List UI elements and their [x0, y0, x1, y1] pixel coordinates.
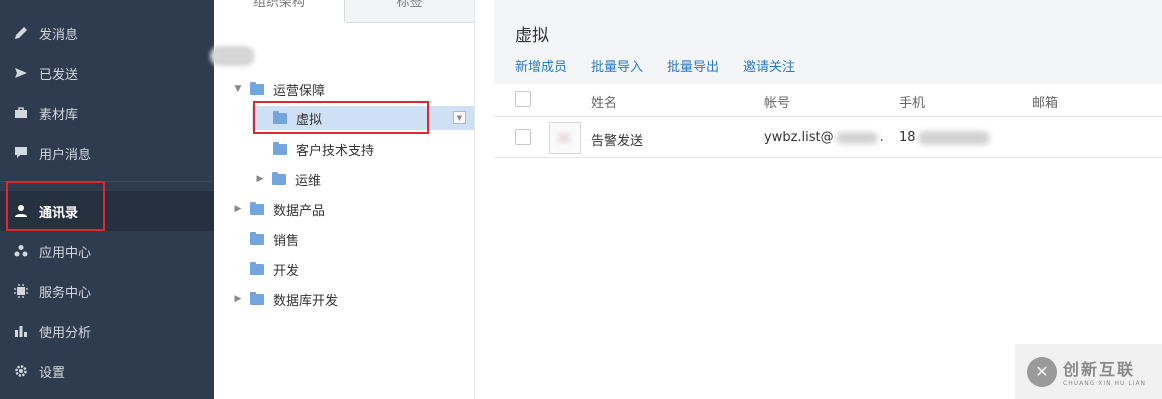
table-row[interactable]: 告警发送 ywbz.list@. 18	[494, 117, 1162, 158]
nav-item-material-library[interactable]: 素材库	[0, 93, 214, 133]
org-tree-panel: 组织架构 标签 ▼ 运营保障 虚拟 ▼ 客户技术支持 ▶ 运维 ▶ 数据产品 销…	[210, 0, 475, 399]
nav-label: 已发送	[39, 67, 79, 83]
nav-label: 服务中心	[39, 285, 92, 301]
chip-icon	[13, 283, 29, 299]
nav-item-user-messages[interactable]: 用户消息	[0, 133, 214, 173]
tree-node-customer-tech-support[interactable]: 客户技术支持	[252, 137, 374, 161]
dropdown-menu-button[interactable]: ▼	[453, 111, 466, 124]
expanded-arrow-icon[interactable]: ▼	[232, 84, 244, 94]
watermark: ✕ 创新互联 CHUANG XIN HU LIAN	[1015, 344, 1162, 399]
tree-tabs: 组织架构 标签	[214, 0, 474, 23]
nav-item-app-center[interactable]: 应用中心	[0, 231, 214, 271]
collapsed-arrow-icon[interactable]: ▶	[232, 294, 244, 304]
nav-label: 发消息	[39, 27, 79, 43]
folder-icon	[272, 171, 286, 185]
add-member-link[interactable]: 新增成员	[515, 56, 567, 75]
tab-org-structure[interactable]: 组织架构	[214, 0, 345, 22]
bar-chart-icon	[13, 323, 29, 339]
tree-node-label: 开发	[273, 263, 300, 279]
nav-item-service-center[interactable]: 服务中心	[0, 271, 214, 311]
collapsed-arrow-icon[interactable]: ▶	[254, 174, 266, 184]
chat-icon	[13, 145, 29, 161]
action-links: 新增成员 批量导入 批量导出 邀请关注	[515, 56, 819, 75]
folder-icon	[250, 261, 264, 275]
nav-label: 用户消息	[39, 147, 92, 163]
member-account: ywbz.list@.	[764, 130, 884, 145]
row-checkbox[interactable]	[515, 129, 531, 145]
gear-icon	[13, 363, 29, 379]
nav-label: 素材库	[39, 107, 79, 123]
apps-icon	[13, 243, 29, 259]
account-tail: .	[879, 130, 884, 145]
column-header-phone[interactable]: 手机	[899, 92, 925, 111]
nav-label: 使用分析	[39, 325, 92, 341]
briefcase-icon	[13, 105, 29, 121]
invite-follow-link[interactable]: 邀请关注	[743, 56, 795, 75]
tree-node-development[interactable]: 开发	[232, 257, 299, 281]
folder-icon	[273, 141, 287, 155]
department-title: 虚拟	[515, 26, 549, 46]
phone-text: 18	[899, 130, 916, 145]
tree-node-label: 数据产品	[273, 203, 326, 219]
highlight-box-virtual	[253, 101, 429, 134]
folder-icon	[250, 81, 264, 95]
member-table-header: 姓名 帐号 手机 邮箱	[494, 84, 1162, 117]
column-header-name[interactable]: 姓名	[591, 92, 617, 111]
batch-export-link[interactable]: 批量导出	[667, 56, 719, 75]
nav-item-settings[interactable]: 设置	[0, 351, 214, 391]
tree-node-sales[interactable]: 销售	[232, 227, 299, 251]
tree-node-label: 运营保障	[273, 83, 326, 99]
tree-node-ops[interactable]: ▶ 运维	[254, 167, 321, 191]
nav-label: 应用中心	[39, 245, 92, 261]
tree-node-database-dev[interactable]: ▶ 数据库开发	[232, 287, 338, 311]
select-all-checkbox[interactable]	[515, 91, 531, 107]
watermark-logo-icon: ✕	[1027, 356, 1057, 387]
sidebar: 发消息 已发送 素材库 用户消息 通讯录 应用中心 服务中心 使用分析 设置	[0, 0, 214, 399]
watermark-subtext: CHUANG XIN HU LIAN	[1063, 380, 1147, 387]
member-phone: 18	[899, 130, 990, 145]
blurred-phone	[917, 130, 990, 145]
tree-node-label: 客户技术支持	[296, 143, 375, 159]
highlight-box-contacts	[6, 181, 105, 231]
folder-icon	[250, 201, 264, 215]
tree-node-operations[interactable]: ▼ 运营保障	[232, 77, 472, 101]
nav-item-send-message[interactable]: 发消息	[0, 13, 214, 53]
column-header-email[interactable]: 邮箱	[1032, 92, 1058, 111]
folder-icon	[250, 291, 264, 305]
column-header-account[interactable]: 帐号	[764, 92, 790, 111]
send-icon	[13, 65, 29, 81]
account-text: ywbz.list@	[764, 130, 834, 145]
nav-label: 设置	[39, 365, 66, 381]
blurred-company-name	[210, 46, 255, 66]
tree-node-label: 运维	[295, 173, 322, 189]
batch-import-link[interactable]: 批量导入	[591, 56, 643, 75]
nav-item-usage-analysis[interactable]: 使用分析	[0, 311, 214, 351]
tree-node-label: 数据库开发	[273, 293, 339, 309]
watermark-text: 创新互联	[1063, 360, 1136, 379]
folder-icon	[250, 231, 264, 245]
collapsed-arrow-icon[interactable]: ▶	[232, 204, 244, 214]
blurred-account	[835, 131, 878, 144]
main-panel: 虚拟 新增成员 批量导入 批量导出 邀请关注 姓名 帐号 手机 邮箱 告警发送 …	[494, 0, 1162, 399]
tree-node-data-products[interactable]: ▶ 数据产品	[232, 197, 325, 221]
nav-item-sent[interactable]: 已发送	[0, 53, 214, 93]
pencil-icon	[13, 25, 29, 41]
tab-tags[interactable]: 标签	[345, 0, 474, 23]
department-header: 虚拟 新增成员 批量导入 批量导出 邀请关注	[494, 0, 1162, 84]
avatar	[549, 122, 581, 154]
member-name[interactable]: 告警发送	[591, 130, 643, 149]
tree-node-label: 销售	[273, 233, 300, 249]
